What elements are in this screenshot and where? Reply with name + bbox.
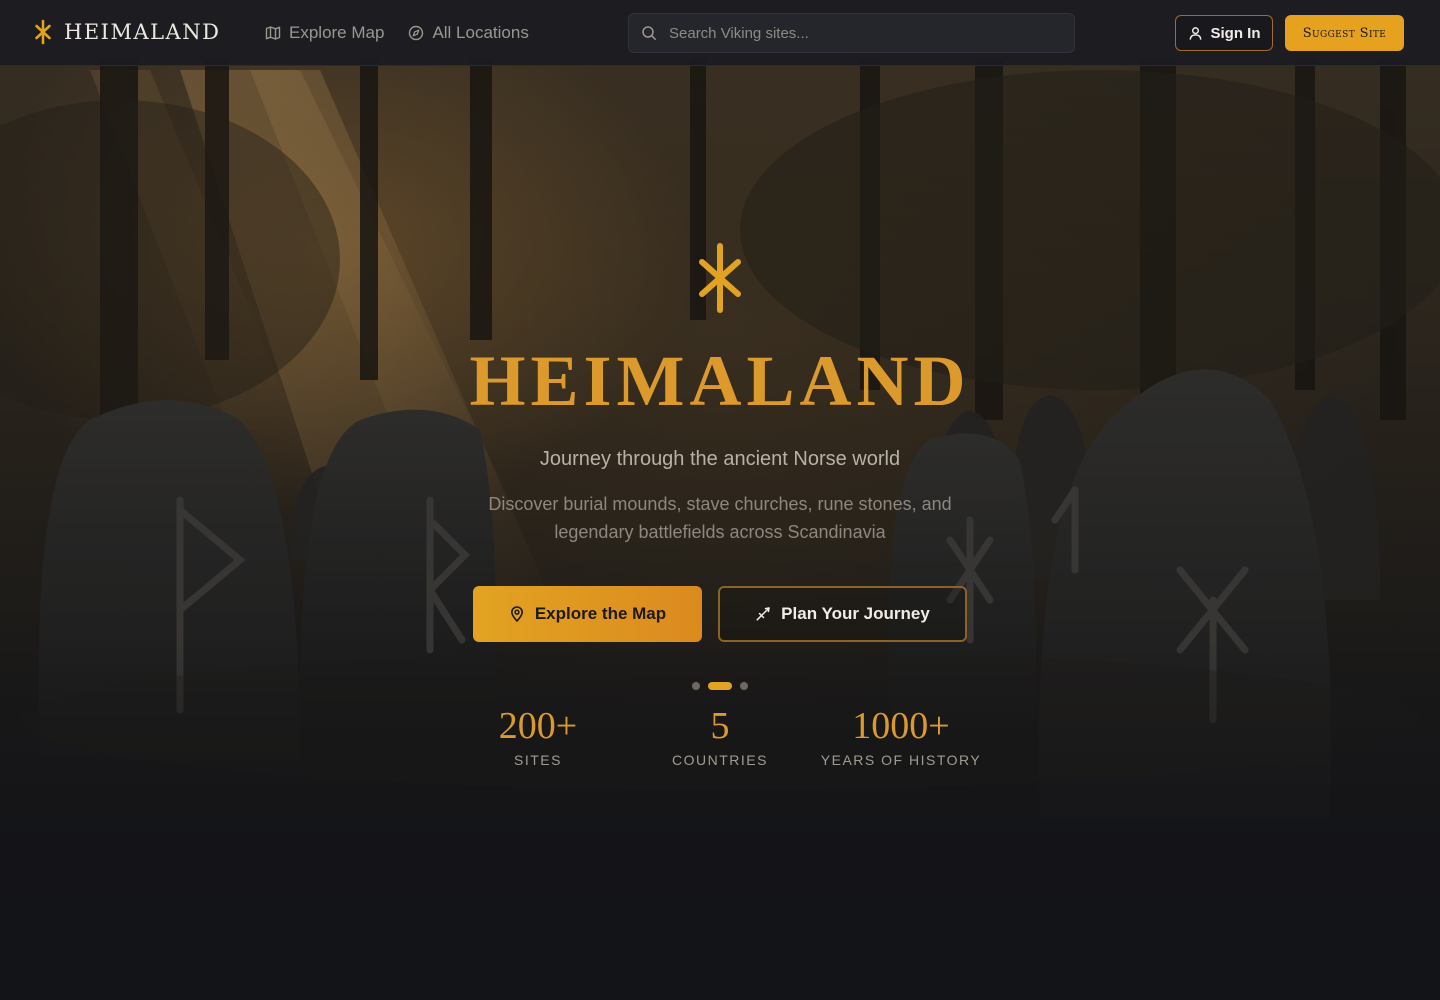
nav-explore-map[interactable]: Explore Map [265, 23, 384, 43]
search-input[interactable] [669, 24, 1059, 42]
stat-value: 200+ [498, 705, 578, 747]
stat-value: 1000+ [852, 705, 950, 747]
carousel-dot-active[interactable] [708, 682, 732, 690]
plan-journey-label: Plan Your Journey [781, 604, 930, 623]
nav-explore-map-label: Explore Map [289, 23, 385, 42]
hero-title: HEIMALAND [469, 341, 971, 421]
stat-label: YEARS OF HISTORY [820, 752, 982, 768]
rune-logo-icon [35, 19, 51, 45]
carousel-dot[interactable] [692, 682, 700, 690]
nav-all-locations[interactable]: All Locations [408, 23, 529, 43]
explore-map-button[interactable]: Explore the Map [473, 586, 702, 642]
explore-map-label: Explore the Map [534, 604, 667, 623]
stat-label: COUNTRIES [672, 752, 768, 768]
carousel-indicators [692, 682, 748, 690]
top-navbar: HEIMALAND Explore Map All Locations Sear… [0, 0, 1440, 66]
hero-description: Discover burial mounds, stave churches, … [488, 494, 952, 542]
user-icon [1189, 26, 1201, 40]
suggest-site-label: Suggest Site [1302, 25, 1387, 41]
stat-years: 1000+ YEARS OF HISTORY [811, 704, 991, 768]
stat-sites: 200+ SITES [448, 704, 628, 768]
sign-in-label: Sign In [1210, 24, 1261, 42]
stat-label: SITES [514, 752, 562, 768]
brand-logo-link[interactable]: HEIMALAND [34, 18, 220, 46]
suggest-site-button[interactable]: Suggest Site [1285, 15, 1404, 51]
nav-all-locations-label: All Locations [432, 23, 529, 42]
search-bar [628, 13, 1075, 53]
sign-in-button[interactable]: Sign In [1175, 15, 1273, 51]
compass-icon [409, 25, 424, 41]
map-icon [265, 26, 281, 40]
map-pin-icon [510, 606, 523, 622]
rune-emblem-icon [699, 243, 741, 313]
brand-name: HEIMALAND [64, 20, 221, 44]
plan-journey-button[interactable]: Plan Your Journey [718, 586, 967, 642]
search-icon [642, 26, 656, 40]
sword-icon [756, 607, 770, 621]
stat-value: 5 [710, 705, 730, 747]
stat-countries: 5 COUNTRIES [630, 704, 810, 768]
hero-subtitle: Journey through the ancient Norse world [539, 448, 901, 470]
main-nav: Explore Map All Locations [265, 0, 529, 66]
carousel-dot[interactable] [740, 682, 748, 690]
